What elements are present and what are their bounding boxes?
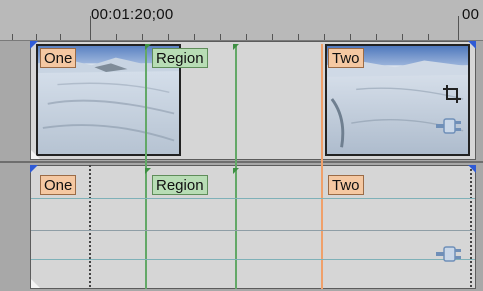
timeline-view: 00:01:20;00 00 One Region Two One Region… xyxy=(0,0,483,291)
fade-in-handle[interactable] xyxy=(30,41,38,49)
event-fx-icon[interactable] xyxy=(436,116,464,136)
ruler-minor-tick xyxy=(220,34,221,40)
ruler-minor-tick xyxy=(12,34,13,40)
region-start-flag[interactable] xyxy=(145,44,151,50)
ruler-minor-tick xyxy=(298,34,299,40)
ruler-minor-tick xyxy=(194,34,195,40)
ruler-minor-tick xyxy=(116,34,117,40)
ruler-minor-tick xyxy=(168,34,169,40)
track-end-line xyxy=(470,165,472,287)
region-label[interactable]: Region xyxy=(152,48,208,68)
ruler-minor-tick xyxy=(36,34,37,40)
audio-track-lane[interactable] xyxy=(30,165,476,289)
ruler-minor-tick xyxy=(60,34,61,40)
crop-icon[interactable] xyxy=(442,84,462,104)
ruler-minor-tick xyxy=(376,34,377,40)
marker-label-one[interactable]: One xyxy=(40,48,77,68)
fade-in-handle[interactable] xyxy=(30,165,38,173)
marker-one-line[interactable] xyxy=(89,165,91,287)
ruler-timecode: 00:01:20;00 xyxy=(91,6,174,23)
region-end-line[interactable] xyxy=(235,44,237,289)
fade-out-handle[interactable] xyxy=(468,165,476,173)
event-fx-icon[interactable] xyxy=(436,244,464,264)
marker-label-two[interactable]: Two xyxy=(328,175,364,195)
marker-label-one[interactable]: One xyxy=(40,175,77,195)
ruler-minor-tick xyxy=(428,34,429,40)
region-end-flag[interactable] xyxy=(233,44,239,50)
volume-envelope[interactable] xyxy=(31,198,475,199)
region-label[interactable]: Region xyxy=(152,175,208,195)
marker-label-two[interactable]: Two xyxy=(328,48,364,68)
region-start-flag[interactable] xyxy=(145,168,151,174)
ruler-major-tick xyxy=(458,16,459,40)
ruler-timecode-next: 00 xyxy=(462,6,480,23)
waveform-divider xyxy=(31,230,475,231)
clip-corner-handle[interactable] xyxy=(31,279,40,288)
ruler-minor-tick xyxy=(350,34,351,40)
region-start-line[interactable] xyxy=(145,44,147,289)
region-end-flag[interactable] xyxy=(233,168,239,174)
timeline-ruler[interactable]: 00:01:20;00 00 xyxy=(0,0,483,41)
ruler-minor-tick xyxy=(324,34,325,40)
pan-envelope[interactable] xyxy=(31,259,475,260)
ruler-major-tick xyxy=(90,16,91,40)
marker-two-line[interactable] xyxy=(321,44,323,289)
ruler-minor-tick xyxy=(402,34,403,40)
ruler-minor-tick xyxy=(142,34,143,40)
ruler-minor-tick xyxy=(246,34,247,40)
clip-corner-handle[interactable] xyxy=(31,150,40,159)
ruler-minor-tick xyxy=(272,34,273,40)
fade-out-handle[interactable] xyxy=(468,41,476,49)
